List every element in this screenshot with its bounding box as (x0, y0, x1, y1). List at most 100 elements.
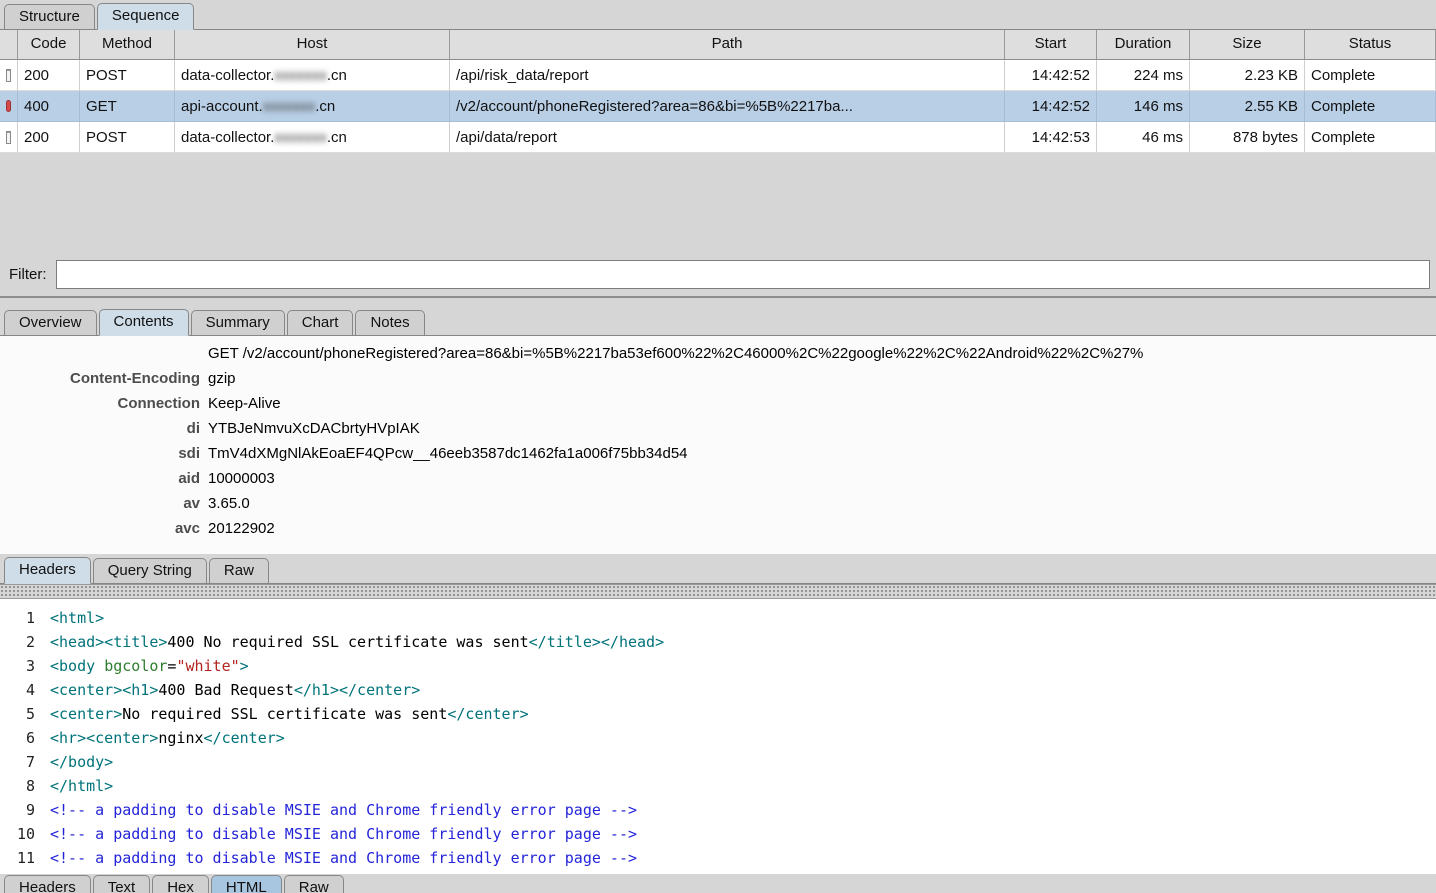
tab-contents[interactable]: Contents (98, 309, 189, 336)
cell-duration: 224 ms (1097, 60, 1190, 91)
table-row-selected[interactable]: 400 GET api-account. xxxxxxx .cn /v2/accou… (0, 91, 1436, 122)
code-segment: <center><h1> (50, 681, 159, 699)
header-row: Content-Encoding gzip (0, 366, 1436, 391)
host-prefix: api-account. (181, 97, 263, 115)
cell-status: Complete (1305, 122, 1436, 153)
line-number: 8 (25, 777, 35, 795)
code-segment: 400 Bad Request (158, 681, 294, 699)
header-row: Connection Keep-Alive (0, 391, 1436, 416)
cell-size: 878 bytes (1190, 122, 1305, 153)
line-number: 7 (25, 753, 35, 771)
host-redacted: xxxxxxx (274, 128, 327, 146)
cell-size: 2.55 KB (1190, 91, 1305, 122)
cell-host: data-collector. xxxxxxx .cn (175, 122, 450, 153)
column-header-path[interactable]: Path (450, 30, 1005, 60)
table-row[interactable]: 200 POST data-collector. xxxxxxx .cn /api/… (0, 122, 1436, 153)
host-suffix: .cn (315, 97, 336, 115)
tab-raw[interactable]: Raw (208, 558, 269, 583)
code-segment: > (239, 657, 249, 675)
code-segment: <!-- a padding to disable MSIE and Chrom… (50, 849, 637, 867)
request-headers-panel: GET /v2/account/phoneRegistered?area=86&… (0, 336, 1436, 554)
host-suffix: .cn (326, 128, 347, 146)
cell-method: GET (80, 91, 175, 122)
cell-start: 14:42:53 (1005, 122, 1097, 153)
cell-start: 14:42:52 (1005, 60, 1097, 91)
host-redacted: xxxxxxx (262, 97, 316, 115)
tab-response-raw[interactable]: Raw (283, 875, 344, 893)
tab-sequence[interactable]: Sequence (96, 3, 195, 30)
header-row: av 3.65.0 (0, 491, 1436, 516)
cell-icon (0, 122, 18, 153)
detail-tabbar: Overview Contents Summary Chart Notes (0, 306, 1436, 336)
cell-method: POST (80, 60, 175, 91)
header-row: di YTBJeNmvuXcDACbrtyHVpIAK (0, 416, 1436, 441)
request-line: GET /v2/account/phoneRegistered?area=86&… (208, 345, 1144, 362)
filter-input[interactable] (55, 259, 1430, 289)
tab-response-text[interactable]: Text (92, 875, 151, 893)
tab-headers[interactable]: Headers (4, 557, 91, 584)
code-segment: No required SSL certificate was sent (122, 705, 448, 723)
code-segment: <body (50, 657, 105, 675)
code-line: 6 <hr><center> nginx </center> (0, 726, 1436, 750)
filter-bar: Filter: (0, 252, 1436, 296)
column-header-method[interactable]: Method (80, 30, 175, 60)
tab-chart[interactable]: Chart (286, 310, 354, 335)
column-header-start[interactable]: Start (1005, 30, 1097, 60)
line-number: 10 (16, 825, 35, 843)
tab-summary[interactable]: Summary (190, 310, 285, 335)
code-line: 2 <head><title> 400 No required SSL certif… (0, 630, 1436, 654)
table-row[interactable]: 200 POST data-collector. xxxxxxx .cn /api/… (0, 60, 1436, 91)
column-header-status[interactable]: Status (1305, 30, 1436, 60)
cell-size: 2.23 KB (1190, 60, 1305, 91)
header-value: YTBJeNmvuXcDACbrtyHVpIAK (208, 420, 420, 437)
cell-duration: 46 ms (1097, 122, 1190, 153)
document-icon (6, 130, 11, 144)
code-line: 3 <body bgcolor = "white" > (0, 654, 1436, 678)
header-name: sdi (178, 445, 200, 462)
column-header-host[interactable]: Host (175, 30, 450, 60)
tab-overview[interactable]: Overview (4, 310, 97, 335)
code-segment: <!-- a padding to disable MSIE and Chrom… (50, 825, 637, 843)
code-segment: <hr><center> (50, 729, 159, 747)
header-name: di (186, 420, 200, 437)
tab-response-html[interactable]: HTML (210, 875, 282, 893)
cell-code: 200 (18, 122, 80, 153)
cell-icon (0, 91, 18, 122)
header-value: 3.65.0 (208, 495, 250, 512)
column-header-icon[interactable] (0, 30, 18, 60)
code-line: 4 <center><h1> 400 Bad Request </h1></cente… (0, 678, 1436, 702)
request-view-tabbar: Headers Query String Raw (0, 554, 1436, 584)
column-header-size[interactable]: Size (1190, 30, 1305, 60)
response-body-viewer[interactable]: 1 <html> 2 <head><title> 400 No required SS… (0, 598, 1436, 874)
tab-response-headers[interactable]: Headers (4, 875, 91, 893)
tab-response-hex[interactable]: Hex (152, 875, 209, 893)
header-name: aid (178, 470, 200, 487)
cell-start: 14:42:52 (1005, 91, 1097, 122)
split-divider[interactable] (0, 296, 1436, 306)
line-number: 9 (25, 801, 35, 819)
code-line: 7 </body> (0, 750, 1436, 774)
main-tabbar: Structure Sequence (0, 0, 1436, 30)
tab-query-string[interactable]: Query String (92, 558, 207, 583)
code-segment: </body> (50, 753, 114, 771)
tab-notes[interactable]: Notes (355, 310, 425, 335)
code-line: 5 <center> No required SSL certificate was… (0, 702, 1436, 726)
host-redacted: xxxxxxx (274, 66, 327, 84)
header-name: avc (174, 520, 200, 537)
code-segment: nginx (158, 729, 204, 747)
charles-window: Structure Sequence Code Method Host Path… (0, 0, 1436, 893)
header-value: 20122902 (208, 520, 275, 537)
host-suffix: .cn (326, 66, 347, 84)
header-value: Keep-Alive (208, 395, 281, 412)
host-prefix: data-collector. (181, 128, 275, 146)
column-header-duration[interactable]: Duration (1097, 30, 1190, 60)
request-line-row: GET /v2/account/phoneRegistered?area=86&… (0, 341, 1436, 366)
tab-structure[interactable]: Structure (4, 4, 95, 29)
column-header-code[interactable]: Code (18, 30, 80, 60)
code-segment: "white" (176, 657, 240, 675)
split-divider-dotted[interactable] (0, 584, 1436, 598)
filter-label: Filter: (9, 265, 47, 283)
cell-method: POST (80, 122, 175, 153)
cell-icon (0, 60, 18, 91)
code-segment: <html> (50, 609, 105, 627)
